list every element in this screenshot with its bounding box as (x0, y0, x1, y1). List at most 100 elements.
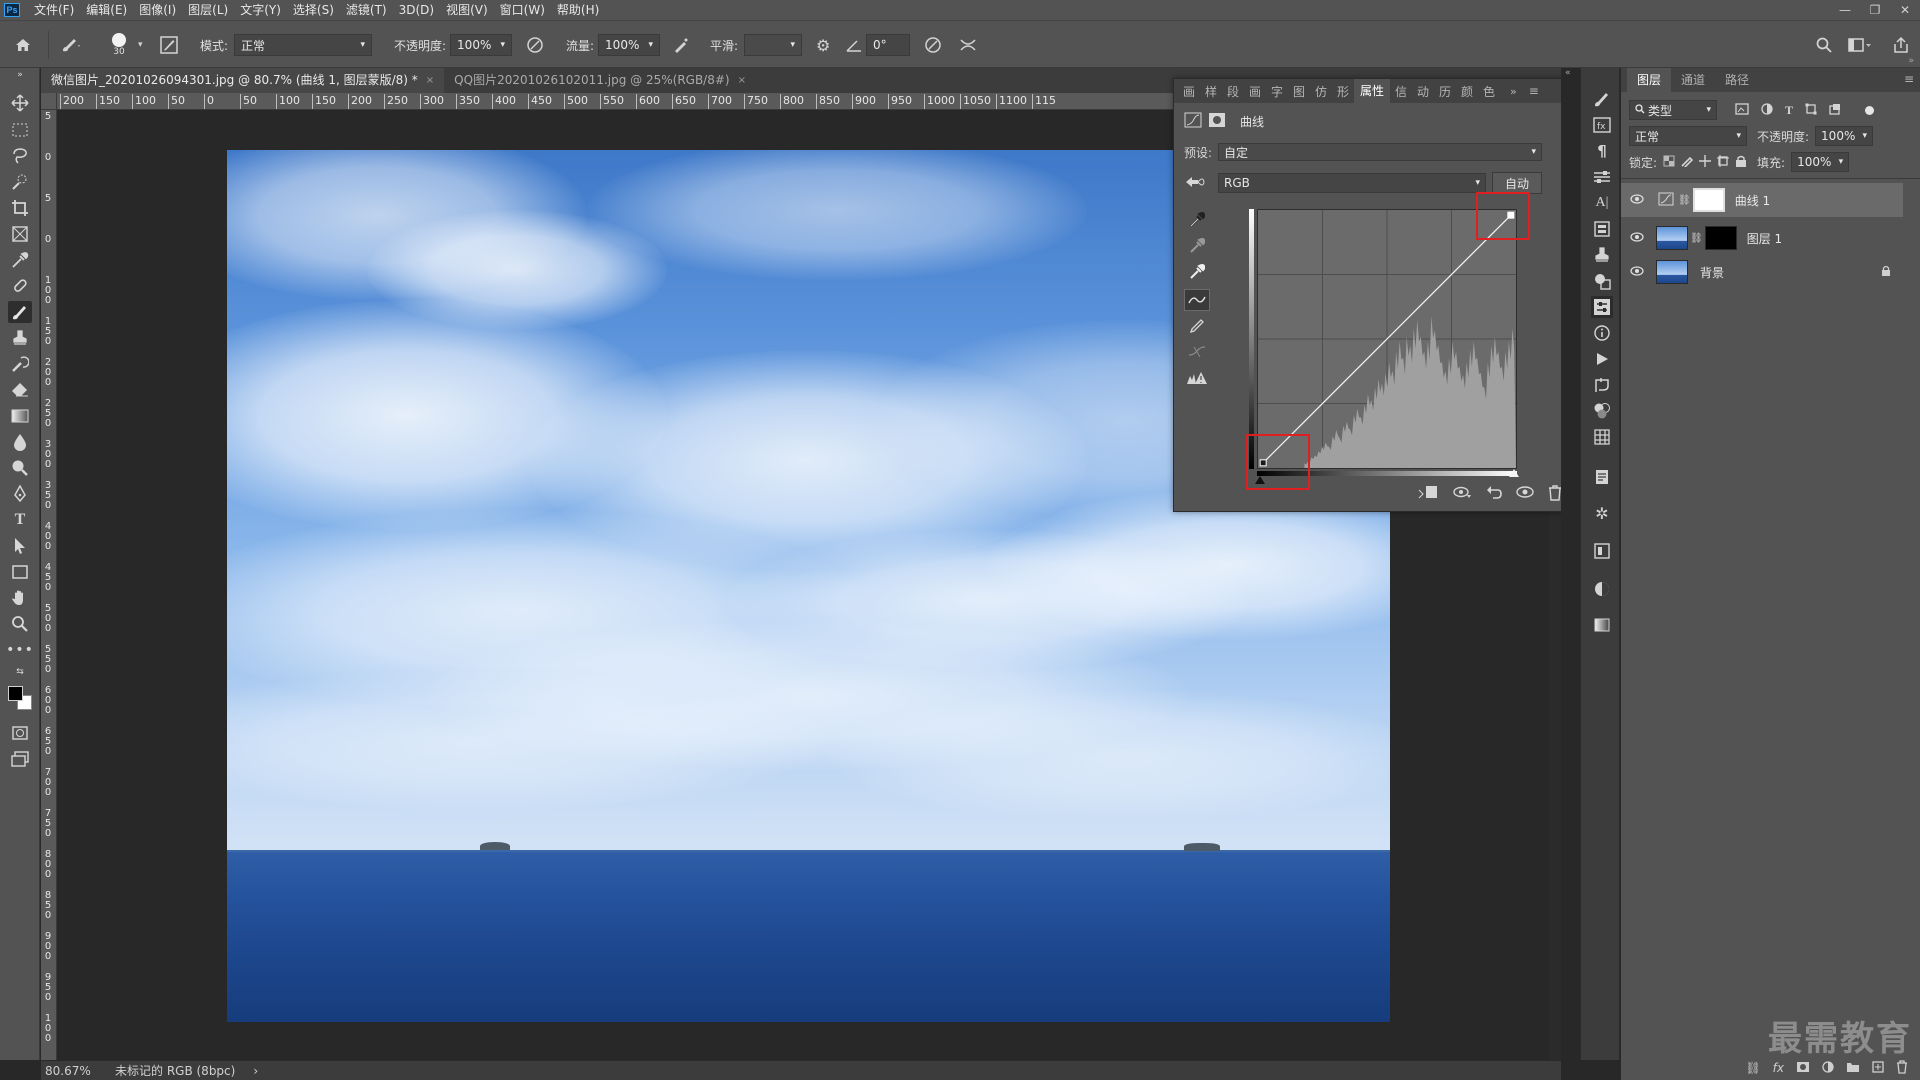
filter-shape-icon[interactable] (1805, 103, 1817, 118)
share-icon[interactable] (1892, 36, 1910, 54)
menu-image[interactable]: 图像(I) (133, 0, 182, 20)
swatches-panel-icon[interactable] (1591, 426, 1613, 448)
new-group-icon[interactable] (1846, 1061, 1860, 1076)
menu-file[interactable]: 文件(F) (28, 0, 80, 20)
lock-all-icon[interactable] (1735, 155, 1747, 170)
eyedropper-tool-icon[interactable] (8, 249, 32, 271)
color-swatches[interactable] (6, 684, 34, 712)
preset-select[interactable]: 自定 ▾ (1218, 143, 1543, 161)
zoom-tool-icon[interactable] (8, 613, 32, 635)
link-layers-icon[interactable]: ⛓ (1745, 1061, 1760, 1075)
layer-name[interactable]: 背景 (1700, 264, 1724, 281)
navigator-panel-icon[interactable] (1591, 578, 1613, 600)
panel-tab-history[interactable]: 历 (1434, 83, 1456, 100)
quick-mask-icon[interactable] (8, 722, 32, 744)
panel-tab-info[interactable]: 信 (1390, 83, 1412, 100)
lock-pixels-icon[interactable] (1681, 155, 1694, 170)
panel-tab-glyphs[interactable]: 图 (1288, 83, 1310, 100)
black-point-eyedropper-icon[interactable] (1184, 209, 1210, 231)
home-icon[interactable] (14, 37, 32, 53)
gray-point-eyedropper-icon[interactable] (1184, 235, 1210, 257)
panel-tab-shapes[interactable]: 形 (1332, 83, 1354, 100)
pressure-size-icon[interactable] (924, 36, 942, 54)
visibility-eye-icon[interactable] (1626, 265, 1648, 279)
quick-select-tool-icon[interactable] (8, 171, 32, 193)
hand-tool-icon[interactable] (8, 587, 32, 609)
close-icon[interactable]: × (738, 68, 746, 93)
foreground-color-swatch[interactable] (8, 686, 23, 701)
restore-button[interactable]: ❐ (1860, 0, 1890, 20)
menu-type[interactable]: 文字(Y) (234, 0, 287, 20)
trash-icon[interactable] (1896, 1059, 1908, 1077)
gradients-panel-icon[interactable] (1591, 614, 1613, 636)
opacity-field[interactable]: 100% ▾ (450, 34, 513, 56)
brush-tool-icon[interactable] (8, 301, 32, 323)
crop-tool-icon[interactable] (8, 197, 32, 219)
layer-style-icon[interactable]: fx (1773, 1061, 1784, 1075)
tab-paths[interactable]: 路径 (1715, 68, 1759, 92)
status-menu-arrow[interactable]: › (253, 1064, 258, 1078)
frame-tool-icon[interactable] (8, 223, 32, 245)
menu-filter[interactable]: 滤镜(T) (340, 0, 393, 20)
fill-field[interactable]: 100% ▾ (1791, 152, 1850, 172)
character-panel-icon[interactable]: A| (1591, 192, 1613, 214)
collapse-dock-icon[interactable]: « (1565, 68, 1571, 78)
more-tools-icon[interactable]: ••• (6, 639, 33, 661)
trash-icon[interactable] (1548, 485, 1562, 505)
collapse-layers-icon[interactable]: » (1908, 56, 1914, 66)
panel-tab-clone-source[interactable]: 仿 (1310, 83, 1332, 100)
chain-link-icon[interactable]: ⛓ (1678, 195, 1691, 206)
properties-panel-icon[interactable] (1591, 296, 1613, 318)
clipping-warning-icon[interactable] (1184, 367, 1210, 389)
smooth-curve-icon[interactable] (1184, 341, 1210, 363)
panel-tab-styles[interactable]: 样 (1200, 83, 1222, 100)
symmetry-icon[interactable] (958, 36, 978, 54)
lasso-tool-icon[interactable] (8, 145, 32, 167)
filter-adjustment-icon[interactable] (1761, 102, 1773, 118)
tab-layers[interactable]: 图层 (1627, 68, 1672, 92)
new-adjustment-layer-icon[interactable] (1822, 1060, 1834, 1076)
dodge-tool-icon[interactable] (8, 457, 32, 479)
collapse-toolbar-icon[interactable]: » (8, 70, 32, 80)
layers-panel-menu-icon[interactable]: ≡ (1904, 72, 1914, 86)
flow-field[interactable]: 100% ▾ (598, 34, 661, 56)
curves-plot[interactable] (1257, 209, 1517, 469)
blur-tool-icon[interactable] (8, 431, 32, 453)
new-layer-icon[interactable] (1872, 1060, 1884, 1076)
on-image-adjust-icon[interactable] (1184, 174, 1206, 193)
chevron-down-icon[interactable]: ▾ (138, 40, 143, 50)
brush-tip-icon[interactable] (112, 33, 126, 47)
visibility-eye-icon[interactable] (1516, 485, 1534, 505)
panel-tab-properties[interactable]: 属性 (1354, 79, 1390, 103)
mode-select[interactable]: 正常 ▾ (234, 34, 373, 56)
panel-expand-icon[interactable]: » (1510, 85, 1517, 98)
screen-mode-icon[interactable] (8, 748, 32, 770)
clip-to-layer-icon[interactable] (1418, 485, 1438, 505)
pressure-opacity-icon[interactable] (526, 36, 544, 54)
minimize-button[interactable]: — (1830, 0, 1860, 20)
layer-row-layer1[interactable]: ⛓ 图层 1 (1621, 221, 1903, 255)
move-tool-icon[interactable] (8, 92, 32, 114)
tab-document-1[interactable]: 微信图片_20201026094301.jpg @ 80.7% (曲线 1, 图… (41, 68, 445, 93)
panel-tab-actions[interactable]: 动 (1412, 83, 1434, 100)
panel-tab-paragraph[interactable]: 段 (1222, 83, 1244, 100)
visibility-eye-icon[interactable] (1626, 193, 1648, 207)
adjustments-panel-icon[interactable]: ✲ (1591, 502, 1613, 524)
type-tool-icon[interactable]: T (8, 509, 32, 531)
pen-tool-icon[interactable] (8, 483, 32, 505)
filter-toggle[interactable] (1865, 105, 1875, 115)
shapes-panel-icon[interactable] (1591, 270, 1613, 292)
panel-menu-icon[interactable]: ≡ (1529, 84, 1539, 98)
close-icon[interactable]: × (426, 68, 434, 93)
angle-field[interactable]: 0° (866, 34, 910, 56)
layer-mask-thumbnail[interactable] (1692, 188, 1725, 212)
curves-graph[interactable] (1257, 209, 1517, 469)
layer-thumbnail[interactable] (1656, 260, 1688, 284)
lock-artboard-icon[interactable] (1717, 154, 1730, 170)
history-brush-tool-icon[interactable] (8, 353, 32, 375)
brush-preset-icon[interactable] (60, 36, 82, 54)
ruler-origin[interactable] (41, 93, 57, 110)
brush-settings-panel-icon[interactable] (160, 36, 178, 54)
layer-opacity-field[interactable]: 100% ▾ (1815, 126, 1874, 146)
filter-pixel-icon[interactable] (1735, 102, 1749, 118)
